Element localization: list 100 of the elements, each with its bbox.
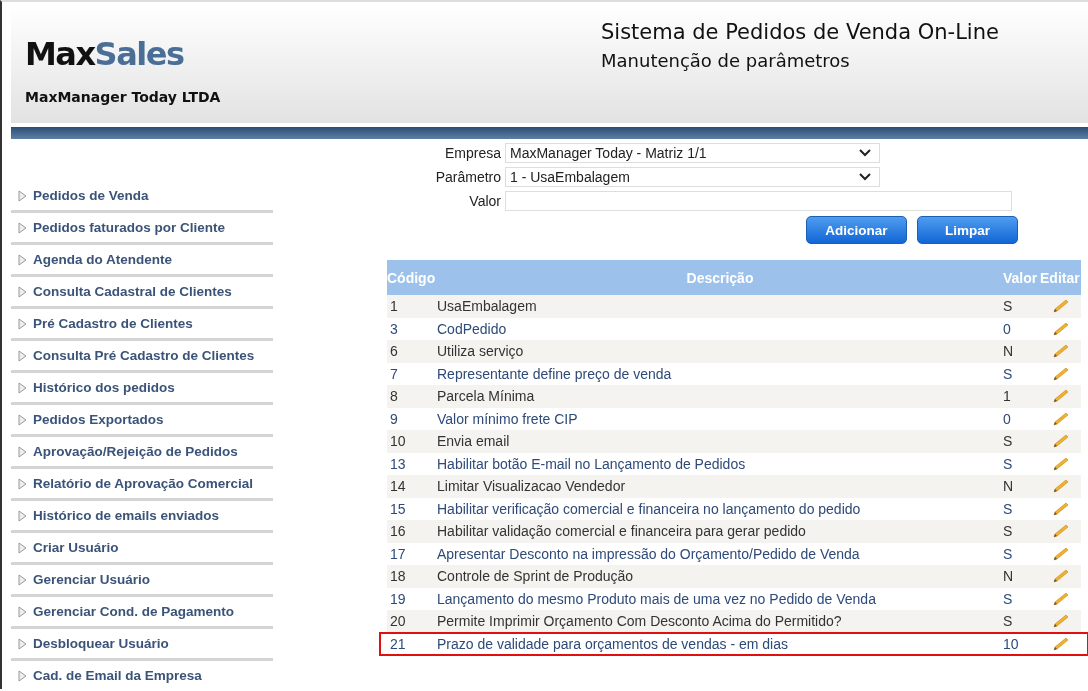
- pencil-icon[interactable]: [1050, 613, 1071, 630]
- table-cell-text: Envia email: [437, 433, 511, 450]
- pencil-icon[interactable]: [1050, 500, 1071, 517]
- table-cell-text: Valor mínimo frete CIP: [437, 410, 579, 427]
- table-cell-text: CodPedido: [437, 320, 508, 337]
- field-label: Parâmetro: [434, 169, 501, 185]
- table-cell-text: 9: [389, 410, 399, 427]
- sidebar-item[interactable]: Gerenciar Cond. de Pagamento: [11, 597, 273, 629]
- triangle-icon: [18, 189, 27, 202]
- sidebar-item[interactable]: Cad. de Email da Empresa: [11, 661, 273, 690]
- table-cell-text: UsaEmbalagem: [437, 298, 538, 315]
- triangle-icon: [18, 221, 27, 234]
- pencil-icon[interactable]: [1050, 590, 1071, 607]
- sidebar-item[interactable]: Pedidos faturados por Cliente: [11, 213, 273, 245]
- action-button[interactable]: Adicionar: [806, 216, 907, 244]
- sidebar-item[interactable]: Relatório de Aprovação Comercial: [11, 469, 273, 501]
- field-label: Empresa: [443, 145, 501, 161]
- chevron-down-icon: [859, 149, 871, 157]
- pencil-icon[interactable]: [1050, 635, 1071, 652]
- sidebar-item[interactable]: Consulta Cadastral de Clientes: [11, 277, 273, 309]
- chevron-down-icon: [859, 173, 871, 181]
- sidebar-item[interactable]: Gerenciar Usuário: [11, 565, 273, 597]
- pencil-icon[interactable]: [1050, 568, 1071, 585]
- table-cell-text: Limitar Visualizacao Vendedor: [437, 478, 627, 495]
- table-cell-text: S: [1003, 455, 1014, 472]
- triangle-icon: [18, 669, 27, 682]
- table-cell-text: Habilitar validação comercial e financeira para gerar pedido: [437, 523, 807, 540]
- input-field[interactable]: [505, 191, 1012, 211]
- sidebar-item[interactable]: Consulta Pré Cadastro de Clientes: [11, 341, 273, 373]
- table-cell-text: 20: [389, 613, 407, 630]
- table-cell-text: S: [1003, 365, 1014, 382]
- pencil-icon[interactable]: [1050, 365, 1071, 382]
- table-cell-text: Apresentar Desconto na impressão do Orçamento/Pedido de Venda: [437, 545, 861, 562]
- table-cell-text: 10: [389, 433, 407, 450]
- table-cell-text: 14: [389, 478, 407, 495]
- pencil-icon[interactable]: [1050, 523, 1071, 540]
- sidebar-item[interactable]: Desbloquear Usuário: [11, 629, 273, 661]
- page-subtitle: Manutenção de parâmetros: [601, 50, 851, 71]
- table-header: Código Descrição Valor Editar: [387, 260, 1081, 295]
- table-cell-text: Habilitar botão E-mail no Lançamento de Pedidos: [437, 455, 747, 472]
- table-cell-text: Prazo de validade para orçamentos de vendas - em dias: [437, 635, 789, 652]
- table-cell-text: Parcela Mínima: [437, 388, 536, 405]
- sidebar-item[interactable]: Criar Usuário: [11, 533, 273, 565]
- table-cell-text: 6: [389, 343, 399, 360]
- sidebar-item[interactable]: Pré Cadastro de Clientes: [11, 309, 273, 341]
- table-cell-text: 21: [389, 635, 407, 652]
- sidebar-item[interactable]: Pedidos de Venda: [11, 181, 273, 213]
- table-cell-text: 0: [1003, 410, 1012, 427]
- pencil-icon[interactable]: [1050, 433, 1071, 450]
- table-cell-text: 8: [389, 388, 399, 405]
- pencil-icon[interactable]: [1050, 388, 1071, 405]
- logo: MaxSales: [25, 35, 185, 73]
- table-cell-text: Utiliza serviço: [437, 343, 525, 360]
- triangle-icon: [18, 605, 27, 618]
- table-cell-text: S: [1003, 433, 1014, 450]
- triangle-icon: [18, 509, 27, 522]
- table-cell-text: 1: [1003, 388, 1012, 405]
- triangle-icon: [18, 317, 27, 330]
- table-cell-text: Permite Imprimir Orçamento Com Desconto Acima do Permitido?: [437, 613, 843, 630]
- triangle-icon: [18, 541, 27, 554]
- table-cell-text: Habilitar verificação comercial e financeira no lançamento do pedido: [437, 500, 862, 517]
- table-cell-text: 3: [389, 320, 399, 337]
- action-button[interactable]: Limpar: [917, 216, 1018, 244]
- pencil-icon[interactable]: [1050, 320, 1071, 337]
- table-cell-text: Representante define preço de venda: [437, 365, 673, 382]
- sidebar-item[interactable]: Agenda do Atendente: [11, 245, 273, 277]
- field-label: Valor: [468, 193, 501, 209]
- table-cell-text: 0: [1003, 320, 1012, 337]
- triangle-icon: [18, 285, 27, 298]
- table-cell-text: 18: [389, 568, 407, 585]
- table-cell-text: S: [1003, 523, 1014, 540]
- sidebar-item[interactable]: Aprovação/Rejeição de Pedidos: [11, 437, 273, 469]
- table-cell-text: Controle de Sprint de Produção: [437, 568, 635, 585]
- triangle-icon: [18, 253, 27, 266]
- sidebar-item[interactable]: Pedidos Exportados: [11, 405, 273, 437]
- table-cell-text: N: [1003, 478, 1015, 495]
- pencil-icon[interactable]: [1050, 298, 1071, 315]
- table-cell-text: S: [1003, 613, 1014, 630]
- pencil-icon[interactable]: [1050, 343, 1071, 360]
- sidebar-item[interactable]: Histórico dos pedidos: [11, 373, 273, 405]
- sidebar-item[interactable]: Histórico de emails enviados: [11, 501, 273, 533]
- pencil-icon[interactable]: [1050, 455, 1071, 472]
- triangle-icon: [18, 477, 27, 490]
- dropdown-field[interactable]: 1 - UsaEmbalagem: [505, 167, 880, 187]
- table-cell-text: 13: [389, 455, 407, 472]
- table-cell-text: 19: [389, 590, 407, 607]
- table-cell-text: N: [1003, 343, 1015, 360]
- table-cell-text: Lançamento do mesmo Produto mais de uma vez no Pedido de Venda: [437, 590, 877, 607]
- table-cell-text: S: [1003, 298, 1014, 315]
- table-cell-text: 17: [389, 545, 407, 562]
- triangle-icon: [18, 637, 27, 650]
- dropdown-field[interactable]: MaxManager Today - Matriz 1/1: [505, 143, 880, 163]
- pencil-icon[interactable]: [1050, 478, 1071, 495]
- pencil-icon[interactable]: [1050, 545, 1071, 562]
- company-name: MaxManager Today LTDA: [25, 89, 222, 105]
- pencil-icon[interactable]: [1050, 410, 1071, 427]
- table-cell-text: 10: [1003, 635, 1020, 652]
- table-cell-text: 7: [389, 365, 399, 382]
- page-title: Sistema de Pedidos de Venda On-Line: [601, 20, 999, 44]
- table-cell-text: 1: [389, 298, 399, 315]
